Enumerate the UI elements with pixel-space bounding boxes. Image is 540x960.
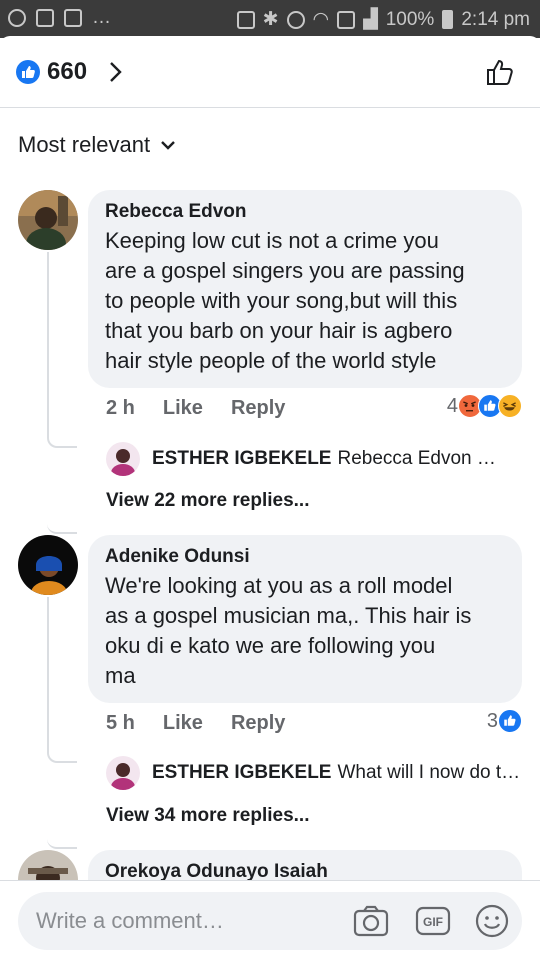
comment-time: 5 h <box>106 712 135 734</box>
comment-text: We're looking at you as a roll model as … <box>105 573 472 688</box>
sort-dropdown[interactable]: Most relevant <box>18 132 176 158</box>
thread-connector <box>47 436 77 534</box>
gallery-icon <box>64 9 82 27</box>
lock-icon <box>236 10 255 29</box>
reply-button[interactable]: Reply <box>231 712 285 735</box>
thread-connector <box>47 597 77 763</box>
thread-connector <box>47 751 77 849</box>
comment-actions: 5 h Like Reply <box>106 712 313 735</box>
alarm-icon <box>286 10 305 29</box>
like-outline-icon[interactable] <box>484 56 516 88</box>
reaction-count: 3 <box>486 709 498 732</box>
avatar[interactable] <box>106 756 140 790</box>
view-more-replies[interactable]: View 34 more replies... <box>106 805 309 827</box>
whatsapp-icon <box>8 9 26 27</box>
reply-author[interactable]: ESTHER IGBEKELE <box>152 762 331 784</box>
comment-input[interactable] <box>36 904 346 938</box>
comments-sheet: 660 Most relevant Rebecca Edvon Keeping … <box>0 36 540 960</box>
more-notifications-icon: … <box>92 7 111 28</box>
reply-author[interactable]: ESTHER IGBEKELE <box>152 448 331 470</box>
reaction-count[interactable]: 660 <box>47 58 87 86</box>
sort-label: Most relevant <box>18 132 151 157</box>
camera-icon[interactable] <box>352 902 390 940</box>
app-notification-icon <box>36 9 54 27</box>
gif-icon[interactable]: GIF <box>414 902 452 940</box>
svg-text:GIF: GIF <box>423 915 443 929</box>
like-icon <box>498 709 522 733</box>
like-button[interactable]: Like <box>163 397 203 420</box>
battery-percent: 100% <box>385 8 435 30</box>
comment-time: 2 h <box>106 397 135 419</box>
chevron-down-icon <box>161 141 175 150</box>
battery-icon <box>442 10 454 29</box>
emoji-icon[interactable] <box>473 902 511 940</box>
reaction-count: 4 <box>446 394 458 417</box>
wifi-icon: ◠ <box>312 9 330 30</box>
reply-text: What will I now do t… <box>337 762 521 783</box>
reply-text: Rebecca Edvon … <box>337 448 496 469</box>
chevron-right-icon[interactable] <box>103 60 127 84</box>
bluetooth-icon: ✱ <box>262 9 279 30</box>
reply-preview[interactable]: ESTHER IGBEKELE Rebecca Edvon … <box>106 442 496 476</box>
comment-bubble[interactable]: Rebecca Edvon Keeping low cut is not a c… <box>88 190 522 388</box>
clock: 2:14 pm <box>461 8 530 30</box>
like-reaction-icon <box>16 60 40 84</box>
comment-bubble[interactable]: Adenike Odunsi We're looking at you as a… <box>88 535 522 703</box>
data-icon <box>337 10 356 29</box>
view-more-replies[interactable]: View 22 more replies... <box>106 490 309 512</box>
avatar[interactable] <box>106 442 140 476</box>
comment-reactions[interactable]: 4 <box>447 394 522 418</box>
reply-preview[interactable]: ESTHER IGBEKELE What will I now do t… <box>106 756 520 790</box>
comment-text: Keeping low cut is not a crime you are a… <box>105 228 465 373</box>
status-bar: … ✱ ◠ ▟ 100% 2:14 pm <box>0 0 540 38</box>
haha-icon <box>498 394 522 418</box>
comment-author[interactable]: Rebecca Edvon <box>105 200 504 224</box>
avatar[interactable] <box>18 190 78 250</box>
signal-icon: ▟ <box>363 9 378 30</box>
avatar[interactable] <box>18 535 78 595</box>
reply-button[interactable]: Reply <box>231 397 285 420</box>
comment-author[interactable]: Adenike Odunsi <box>105 545 504 569</box>
comment-actions: 2 h Like Reply <box>106 397 313 420</box>
comment-reactions[interactable]: 3 <box>487 709 522 733</box>
thread-connector <box>47 252 77 448</box>
like-button[interactable]: Like <box>163 712 203 735</box>
comment-composer: GIF <box>18 892 522 950</box>
reactions-header: 660 <box>0 36 540 108</box>
